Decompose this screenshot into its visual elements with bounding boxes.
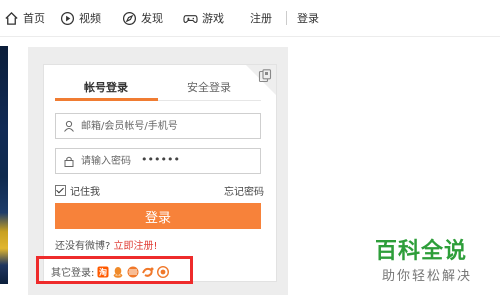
nav-home[interactable]: 首页 — [4, 9, 45, 27]
nav-divider — [286, 11, 287, 25]
other-login-label: 其它登录: — [51, 268, 95, 279]
netease-icon[interactable] — [127, 266, 139, 278]
register-prompt: 还没有微博? 立即注册! — [55, 237, 158, 252]
remember-me[interactable]: 记住我 — [55, 183, 100, 198]
compass-icon — [122, 11, 137, 26]
user-icon — [63, 120, 75, 132]
top-nav: 首页 视频 发现 游戏 注册 登录 — [0, 0, 500, 37]
tianyi-icon[interactable] — [142, 266, 154, 278]
video-icon — [60, 11, 75, 26]
nav-game-label: 游戏 — [202, 12, 224, 25]
nav-register[interactable]: 注册 — [250, 9, 272, 27]
watermark-subtitle: 助你轻松解决 — [382, 269, 473, 284]
nav-home-label: 首页 — [23, 12, 45, 25]
other-login-row: 其它登录: 淘 — [51, 264, 170, 279]
qq-icon[interactable] — [112, 266, 124, 278]
remember-label: 记住我 — [70, 187, 100, 198]
remember-checkbox[interactable] — [55, 185, 66, 196]
lock-icon — [63, 155, 75, 167]
password-mask: •••••• — [141, 153, 180, 166]
nav-register-label: 注册 — [250, 12, 272, 25]
password-field: •••••• — [55, 148, 261, 174]
no-weibo-text: 还没有微博? — [55, 241, 111, 252]
active-tab-indicator — [55, 98, 158, 101]
watermark-title: 百科全说 — [375, 239, 468, 264]
home-icon — [4, 11, 19, 26]
svg-text:淘: 淘 — [99, 267, 107, 277]
nav-login-label: 登录 — [297, 12, 319, 25]
nav-discover-label: 发现 — [141, 12, 163, 25]
login-card: 帐号登录 安全登录 •••••• 记住我 忘记密码 登录 还没有微博? 立即注册… — [43, 64, 277, 282]
gamepad-icon — [183, 11, 198, 26]
nav-login[interactable]: 登录 — [297, 9, 319, 27]
nav-game[interactable]: 游戏 — [183, 9, 224, 27]
taobao-icon[interactable]: 淘 — [97, 266, 109, 278]
banner-image — [0, 46, 8, 284]
nav-video[interactable]: 视频 — [60, 9, 101, 27]
tab-safe-login[interactable]: 安全登录 — [187, 79, 231, 95]
register-now-link[interactable]: 立即注册! — [114, 241, 158, 252]
qr-code-icon[interactable] — [258, 69, 272, 83]
nav-video-label: 视频 — [79, 12, 101, 25]
nav-discover[interactable]: 发现 — [122, 9, 163, 27]
forgot-password-link[interactable]: 忘记密码 — [224, 183, 264, 198]
baidu-icon[interactable] — [157, 265, 170, 278]
tab-account-login[interactable]: 帐号登录 — [84, 79, 128, 95]
username-field — [55, 113, 261, 139]
login-button[interactable]: 登录 — [55, 203, 261, 229]
username-input[interactable] — [81, 114, 256, 138]
